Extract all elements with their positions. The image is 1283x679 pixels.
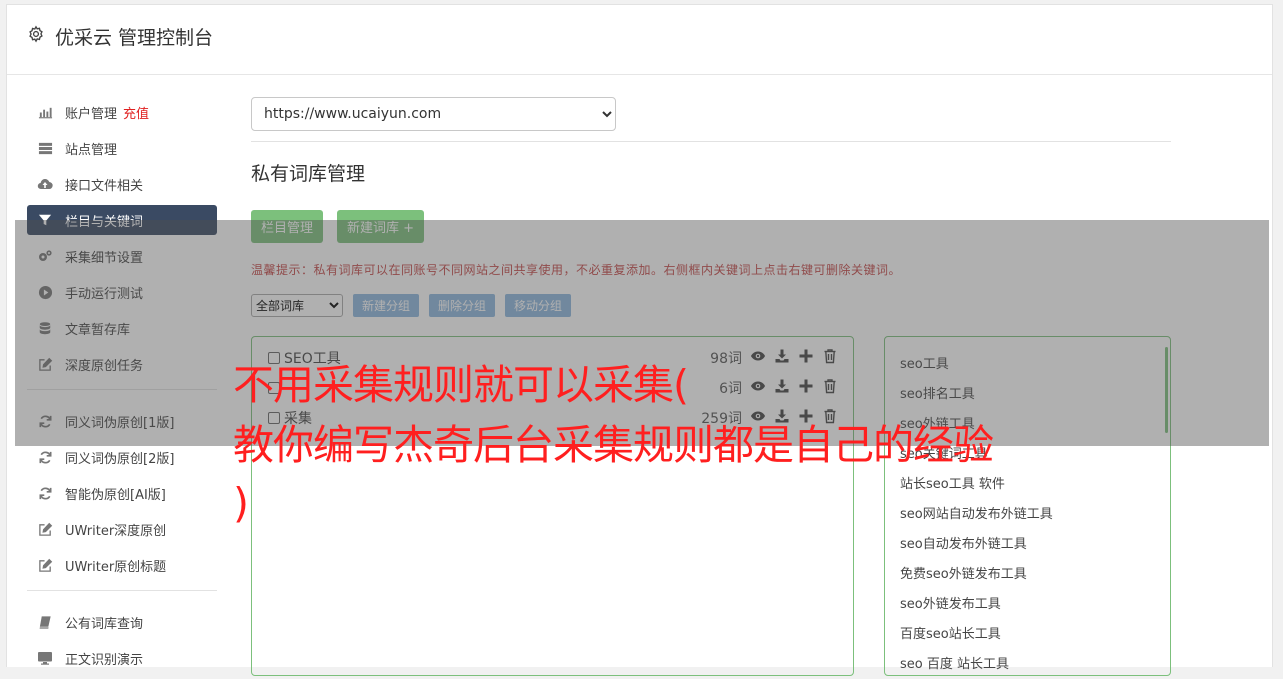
- sidebar-item-g3-1[interactable]: 正文识别演示: [27, 643, 217, 673]
- sidebar-item-g3-0[interactable]: 公有词库查询: [27, 607, 217, 637]
- watermark-line-2: 教你编写杰奇后台采集规则都是自己的经验: [233, 421, 994, 469]
- sidebar-item-g2-2[interactable]: 智能伪原创[AI版]: [27, 478, 217, 508]
- monitor-icon: [37, 650, 53, 666]
- overlay-shade: [15, 220, 1269, 446]
- header: 优采云 管理控制台: [7, 5, 1272, 75]
- sidebar-item-label: 站点管理: [65, 142, 118, 158]
- sidebar-item-g2-4[interactable]: UWriter原创标题: [27, 550, 217, 580]
- section-title: 私有词库管理: [251, 163, 366, 185]
- edit-icon: [37, 521, 53, 537]
- keyword-item[interactable]: seo网站自动发布外链工具: [900, 503, 1053, 522]
- sidebar-item-label: 智能伪原创[AI版]: [65, 487, 166, 503]
- edit-icon: [37, 557, 53, 573]
- server-icon: [37, 140, 53, 156]
- keyword-item[interactable]: 百度seo站长工具: [900, 623, 1001, 642]
- sidebar-item-label: 账户管理: [65, 106, 118, 122]
- recharge-link[interactable]: 充值: [123, 103, 149, 122]
- keyword-item[interactable]: 免费seo外链发布工具: [900, 563, 1027, 582]
- watermark-line-3: ): [233, 479, 249, 527]
- watermark-line-1: 不用采集规则就可以采集(: [233, 361, 689, 409]
- sidebar-item-label: 接口文件相关: [65, 178, 144, 194]
- sidebar-item-label: UWriter原创标题: [65, 559, 167, 575]
- sidebar-item-label: 公有词库查询: [65, 616, 144, 632]
- sidebar-item-g2-3[interactable]: UWriter深度原创: [27, 514, 217, 544]
- sidebar-item-g2-1[interactable]: 同义词伪原创[2版]: [27, 442, 217, 472]
- sidebar-item-label: 正文识别演示: [65, 652, 144, 668]
- refresh-icon: [37, 449, 53, 465]
- sidebar-item-label: UWriter深度原创: [65, 523, 167, 539]
- keyword-item[interactable]: seo自动发布外链工具: [900, 533, 1027, 552]
- cloud-upload-icon: [37, 176, 53, 192]
- book-icon: [37, 614, 53, 630]
- refresh-icon: [37, 485, 53, 501]
- site-select[interactable]: https://www.ucaiyun.com: [251, 97, 616, 131]
- page-title: 优采云 管理控制台: [55, 27, 214, 49]
- sidebar-divider: [27, 590, 217, 591]
- keyword-item[interactable]: seo 百度 站长工具: [900, 653, 1009, 672]
- sidebar-item-g1-1[interactable]: 站点管理: [27, 133, 217, 163]
- sidebar-item-g1-2[interactable]: 接口文件相关: [27, 169, 217, 199]
- divider: [251, 141, 1171, 142]
- gear-icon: [29, 25, 43, 43]
- bar-chart-icon: [37, 104, 53, 120]
- sidebar-item-g1-0[interactable]: 账户管理 充值: [27, 97, 217, 127]
- keyword-item[interactable]: 站长seo工具 软件: [900, 473, 1005, 492]
- keyword-item[interactable]: seo外链发布工具: [900, 593, 1001, 612]
- sidebar-item-label: 同义词伪原创[2版]: [65, 451, 175, 467]
